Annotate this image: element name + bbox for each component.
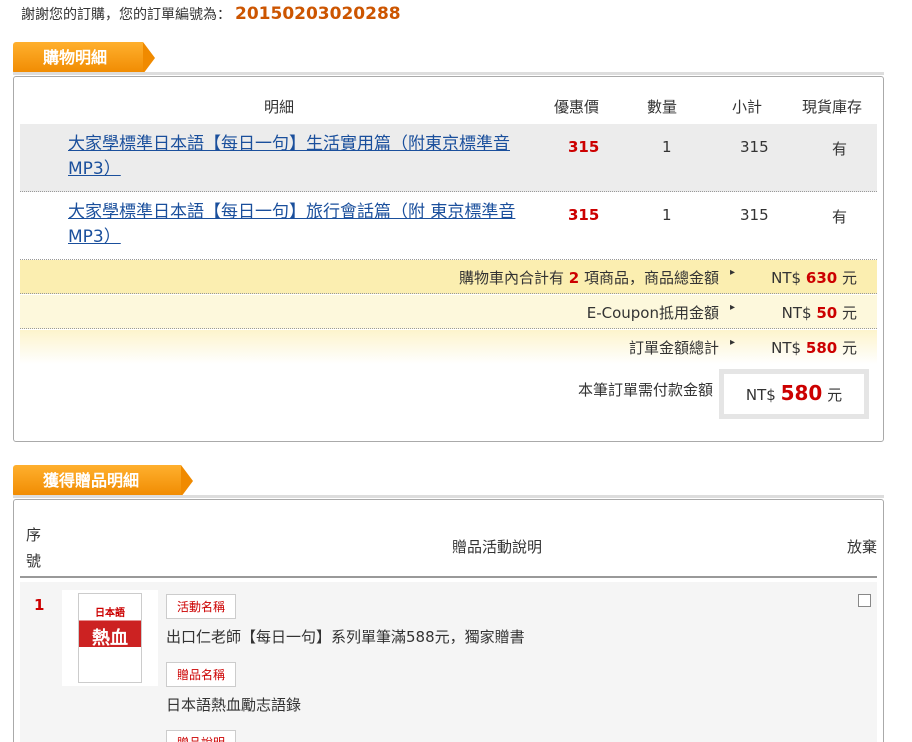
cart-detail-box: 明細 優惠價 數量 小計 現貨庫存 大家學標準日本語【每日一句】生活實用篇（附東…: [13, 76, 884, 442]
product-link[interactable]: 大家學標準日本語【每日一句】旅行會話篇（附 東京標準音MP3）: [68, 200, 538, 250]
cover-title-main: 熱血: [92, 628, 128, 649]
cart-section-tab: 購物明細: [13, 42, 155, 74]
cart-section-divider: [13, 72, 884, 75]
product-subtotal: 315: [740, 206, 769, 224]
col-qty: 數量: [647, 98, 678, 116]
cover-title-sub: 勵志語錄: [96, 650, 124, 658]
gift-name-tag: 贈品名稱: [166, 662, 237, 687]
cart-total-label: 購物車內合計有 2 項商品，商品總金額: [458, 269, 719, 287]
pay-amount-box: NT$ 580 元: [719, 369, 869, 419]
book-cover: 日本語 熱血 勵志語錄: [78, 593, 142, 683]
product-subtotal: 315: [740, 138, 769, 156]
cart-item-row: 大家學標準日本語【每日一句】旅行會話篇（附 東京標準音MP3） 315 1 31…: [20, 192, 877, 260]
col-subtotal: 小計: [732, 98, 763, 116]
order-number: 20150203020288: [235, 4, 401, 24]
col-waive: 放棄: [846, 538, 877, 556]
cart-total-amount: NT$ 630 元: [771, 269, 857, 287]
cart-section-title: 購物明細: [43, 48, 108, 67]
order-total-amount: NT$ 580 元: [771, 339, 857, 357]
thanks-text: 謝謝您的訂購，您的訂單編號為：: [21, 7, 231, 23]
gift-section-title: 獲得贈品明細: [43, 471, 140, 490]
product-stock: 有: [832, 208, 848, 226]
gift-table-header: 序號 贈品活動說明 放棄: [20, 518, 877, 578]
gift-seq: 1: [34, 596, 45, 614]
cover-title-top: 日本語: [95, 608, 125, 619]
product-price: 315: [568, 206, 600, 224]
gift-section-tab: 獲得贈品明細: [13, 465, 193, 497]
gift-book-image: 日本語 熱血 勵志語錄: [62, 590, 158, 686]
col-detail: 明細: [264, 98, 295, 116]
product-price: 315: [568, 138, 600, 156]
coupon-amount: NT$ 50 元: [781, 304, 857, 322]
gift-detail-box: 序號 贈品活動說明 放棄 1 日本語 熱血 勵志語錄 活動名稱 出口仁老師【每日…: [13, 499, 884, 742]
arrow-right-icon: ▸: [729, 302, 735, 313]
order-total-row: 訂單金額總計 ▸ NT$ 580 元: [20, 330, 877, 364]
product-qty: 1: [662, 138, 672, 156]
arrow-right-icon: ▸: [729, 267, 735, 278]
activity-name-tag: 活動名稱: [166, 594, 237, 619]
waive-gift-checkbox[interactable]: [858, 594, 871, 607]
col-seq: 序號: [26, 526, 42, 570]
cart-table-header: 明細 優惠價 數量 小計 現貨庫存: [20, 89, 877, 127]
gift-section-divider: [13, 495, 884, 498]
arrow-right-icon: ▸: [729, 337, 735, 348]
coupon-row: E-Coupon抵用金額 ▸ NT$ 50 元: [20, 295, 877, 329]
gift-desc-tag: 贈品說明: [166, 730, 237, 742]
item-count: 2: [568, 269, 580, 287]
pay-amount: 580: [780, 381, 823, 405]
order-thanks-message: 謝謝您的訂購，您的訂單編號為： 20150203020288: [21, 4, 401, 24]
pay-amount-label: 本筆訂單需付款金額: [577, 381, 713, 399]
activity-name: 出口仁老師【每日一句】系列單筆滿588元，獨家贈書: [166, 628, 525, 646]
gift-name: 日本語熱血勵志語錄: [166, 696, 302, 714]
product-link[interactable]: 大家學標準日本語【每日一句】生活實用篇（附東京標準音MP3）: [68, 132, 538, 182]
col-gift-desc: 贈品活動說明: [452, 538, 543, 556]
order-total-label: 訂單金額總計: [628, 339, 719, 357]
cart-item-row: 大家學標準日本語【每日一句】生活實用篇（附東京標準音MP3） 315 1 315…: [20, 124, 877, 192]
gift-item-row: 1 日本語 熱血 勵志語錄 活動名稱 出口仁老師【每日一句】系列單筆滿588元，…: [20, 582, 877, 742]
col-price: 優惠價: [554, 98, 600, 116]
col-stock: 現貨庫存: [802, 98, 863, 116]
coupon-label: E-Coupon抵用金額: [586, 304, 719, 322]
cart-total-row: 購物車內合計有 2 項商品，商品總金額 ▸ NT$ 630 元: [20, 260, 877, 294]
product-qty: 1: [662, 206, 672, 224]
product-stock: 有: [832, 140, 848, 158]
